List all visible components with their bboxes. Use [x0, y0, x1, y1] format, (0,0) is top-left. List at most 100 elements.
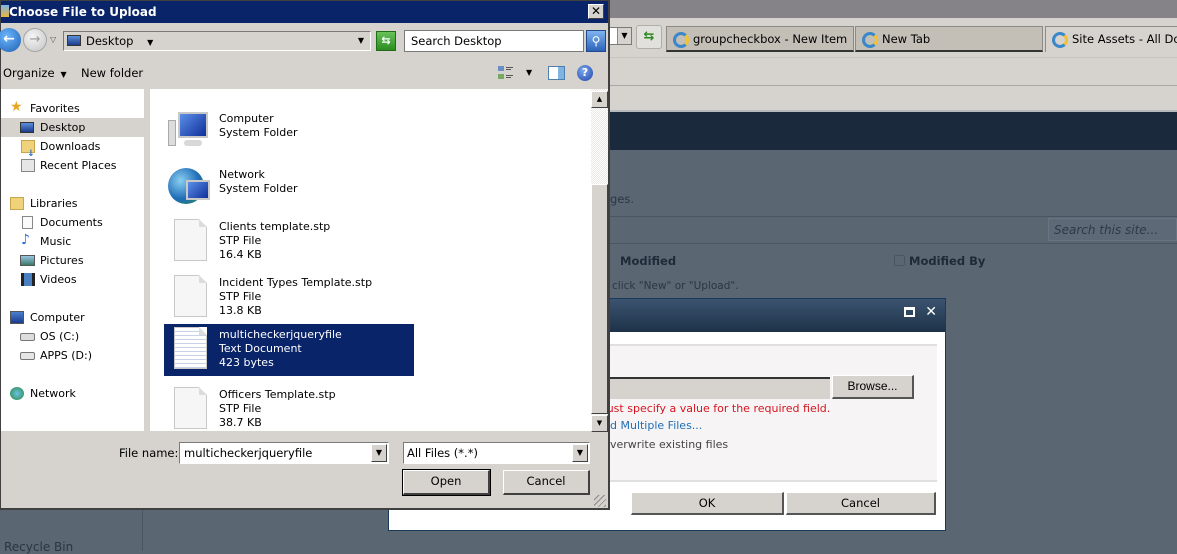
nav-item-videos[interactable]: Videos	[1, 270, 147, 289]
file-item-network[interactable]: Network System Folder	[164, 164, 414, 216]
scroll-up-icon[interactable]: ▲	[591, 91, 608, 108]
nav-item-desktop[interactable]: Desktop	[1, 118, 147, 137]
back-button[interactable]: ←	[0, 28, 21, 52]
refresh-button[interactable]: ⇆	[636, 25, 662, 49]
search-icon[interactable]: ⚲	[586, 30, 606, 52]
drive-d-icon	[20, 352, 35, 360]
nav-item-music[interactable]: ♪ Music	[1, 232, 147, 251]
tab-new-tab[interactable]: New Tab	[855, 26, 1043, 52]
tab-site-assets[interactable]: Site Assets - All Documents	[1045, 26, 1177, 52]
nav-item-favorites[interactable]: ★ Favorites	[1, 99, 147, 118]
address-bar[interactable]: Desktop ▼ ▼	[63, 31, 371, 51]
search-input[interactable]: Search Desktop	[404, 30, 584, 52]
close-icon[interactable]: ✕	[925, 304, 937, 320]
dialog-titlebar: Choose File to Upload ✕	[1, 1, 608, 23]
column-header-modified[interactable]: Modified	[620, 254, 676, 268]
computer-icon	[10, 311, 24, 324]
file-type: System Folder	[219, 182, 298, 195]
file-list-scrollbar[interactable]: ▲ ▼	[591, 89, 608, 432]
ie-icon	[862, 32, 878, 48]
file-item-officers-template[interactable]: Officers Template.stp STP File 38.7 KB	[164, 384, 414, 431]
ok-button[interactable]: OK	[631, 492, 784, 515]
file-item-computer[interactable]: Computer System Folder	[164, 108, 414, 160]
browse-button[interactable]: Browse...	[832, 375, 914, 399]
nav-item-recent-places[interactable]: Recent Places	[1, 156, 147, 175]
chevron-down-icon[interactable]: ▼	[371, 444, 387, 462]
file-name: Network	[219, 168, 265, 181]
organize-menu[interactable]: Organize ▼	[3, 59, 67, 89]
validation-error: must specify a value for the required fi…	[596, 402, 831, 415]
nav-item-libraries[interactable]: Libraries	[1, 194, 147, 213]
recycle-bin-link[interactable]: Recycle Bin	[4, 540, 73, 554]
navigation-pane: ★ Favorites Desktop ↓ Downloads Recent P…	[1, 89, 147, 431]
network-icon	[10, 387, 24, 400]
scrollbar-thumb[interactable]	[591, 184, 608, 414]
dialog-footer: File name: multicheckerjqueryfile ▼ All …	[1, 433, 608, 509]
nav-item-computer[interactable]: Computer	[1, 308, 147, 327]
sharepoint-ribbon	[600, 110, 1177, 150]
file-size: 423 bytes	[219, 356, 274, 369]
nav-item-os-c[interactable]: OS (C:)	[1, 327, 147, 346]
dialog-title: Choose File to Upload	[9, 5, 157, 19]
videos-icon	[21, 273, 35, 286]
file-type-select[interactable]: All Files (*.*) ▼	[403, 442, 590, 464]
file-name-input[interactable]: multicheckerjqueryfile ▼	[179, 442, 389, 464]
chevron-down-icon[interactable]: ▼	[572, 444, 588, 462]
nav-item-downloads[interactable]: ↓ Downloads	[1, 137, 147, 159]
address-history-dropdown[interactable]: ▼	[358, 32, 364, 50]
new-folder-button[interactable]: New folder	[81, 59, 143, 87]
refresh-button[interactable]: ⇆	[376, 31, 396, 51]
overwrite-label[interactable]: verwrite existing files	[610, 438, 728, 451]
column-checkbox[interactable]	[894, 255, 905, 266]
view-options-dropdown[interactable]: ▼	[526, 59, 532, 87]
breadcrumb-chevron-icon[interactable]: ▼	[147, 38, 153, 47]
resize-grip-icon[interactable]	[594, 495, 606, 507]
upload-multiple-files-link[interactable]: d Multiple Files...	[610, 419, 702, 432]
column-header-modified-by[interactable]: Modified By	[909, 254, 985, 268]
nav-item-apps-d[interactable]: APPS (D:)	[1, 346, 147, 365]
cancel-button[interactable]: Cancel	[503, 470, 590, 495]
file-size: 13.8 KB	[219, 304, 262, 317]
nav-item-documents[interactable]: Documents	[1, 213, 147, 232]
preview-pane-icon[interactable]	[548, 66, 565, 80]
cancel-button[interactable]: Cancel	[786, 492, 936, 515]
file-name: Officers Template.stp	[219, 388, 336, 401]
documents-icon	[22, 216, 33, 229]
recent-locations-dropdown[interactable]: ▽	[50, 35, 56, 44]
change-view-icon[interactable]	[498, 66, 514, 80]
file-item-incident-types-template[interactable]: Incident Types Template.stp STP File 13.…	[164, 272, 414, 324]
close-button[interactable]: ✕	[588, 4, 604, 19]
file-icon	[174, 387, 207, 429]
help-icon[interactable]: ?	[577, 65, 593, 81]
tab-groupcheckbox[interactable]: groupcheckbox - New Item	[666, 26, 854, 52]
computer-icon	[166, 110, 212, 154]
file-type: STP File	[219, 234, 262, 247]
site-search-input[interactable]: Search this site...	[1048, 218, 1177, 241]
file-icon	[174, 219, 207, 261]
file-name-value: multicheckerjqueryfile	[184, 446, 313, 460]
organize-label: Organize	[3, 66, 55, 80]
file-type: STP File	[219, 402, 262, 415]
dialog-toolbar: Organize ▼ New folder ▼ ?	[1, 59, 608, 87]
open-button[interactable]: Open	[402, 469, 491, 496]
breadcrumb-desktop[interactable]: Desktop	[86, 34, 133, 48]
maximize-icon[interactable]	[903, 307, 915, 317]
choose-file-dialog: Choose File to Upload ✕ ← → ▽ Desktop ▼ …	[0, 0, 610, 510]
file-icon	[174, 275, 207, 317]
tab-label: New Tab	[882, 32, 931, 46]
file-item-multicheckerjqueryfile[interactable]: multicheckerjqueryfile Text Document 423…	[164, 324, 414, 376]
file-name: Clients template.stp	[219, 220, 331, 233]
forward-button[interactable]: →	[23, 28, 47, 52]
nav-item-pictures[interactable]: Pictures	[1, 251, 147, 270]
scroll-down-icon[interactable]: ▼	[591, 415, 608, 432]
chevron-down-icon: ▼	[60, 70, 67, 79]
empty-list-hint: click "New" or "Upload".	[612, 280, 739, 292]
file-list: Computer System Folder Network System Fo…	[150, 89, 591, 431]
text-file-icon	[174, 327, 207, 369]
browser-titlebar	[600, 0, 1177, 18]
address-dropdown[interactable]: ▼	[608, 27, 632, 45]
file-item-clients-template[interactable]: Clients template.stp STP File 16.4 KB	[164, 216, 414, 268]
nav-item-network[interactable]: Network	[1, 384, 147, 403]
file-size: 38.7 KB	[219, 416, 262, 429]
file-name-label: File name:	[119, 446, 179, 460]
